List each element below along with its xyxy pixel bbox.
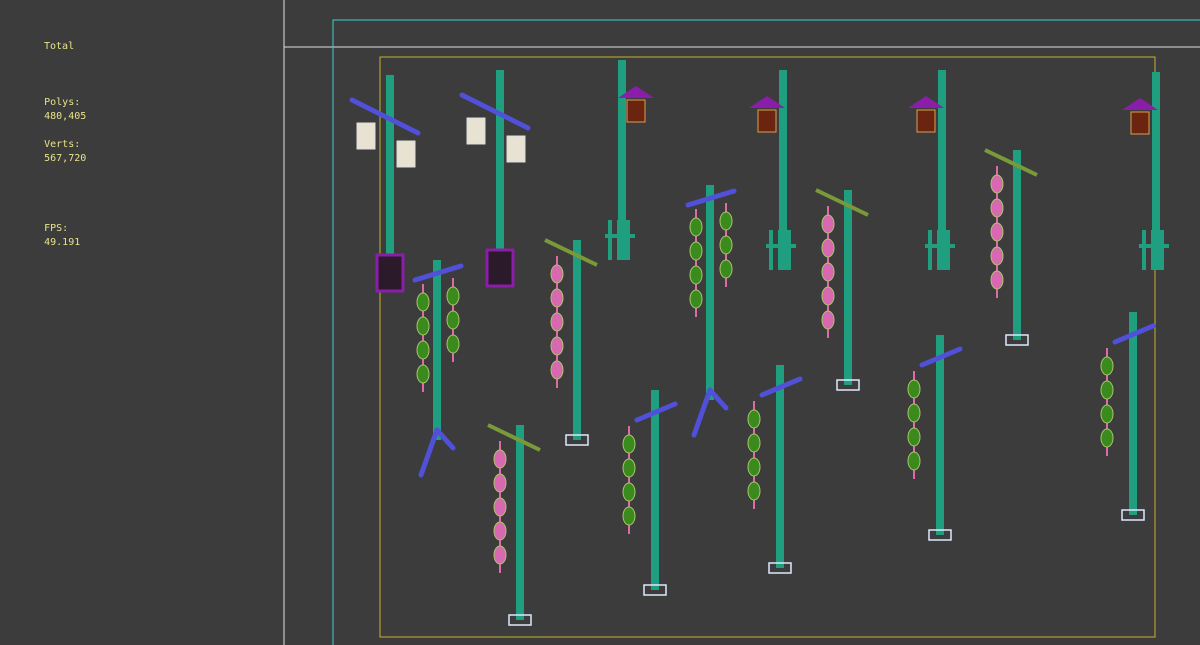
hanging-lantern-icon bbox=[990, 270, 1004, 290]
hanging-lantern-icon bbox=[1100, 404, 1114, 424]
lantern-pole-icon bbox=[433, 260, 441, 440]
pole-fence-post bbox=[937, 230, 941, 270]
pole-base-icon bbox=[375, 253, 405, 293]
pole-fence-post bbox=[617, 220, 621, 260]
hanging-lantern-icon bbox=[622, 434, 636, 454]
hanging-lantern-icon bbox=[907, 427, 921, 447]
pole-fence-post bbox=[946, 230, 950, 270]
hanging-lantern-icon bbox=[747, 481, 761, 501]
pole-crossbar bbox=[418, 427, 440, 478]
pole-fence-rail bbox=[925, 244, 955, 248]
pole-fence-rail bbox=[605, 234, 635, 238]
lantern-pole-icon bbox=[1129, 312, 1137, 515]
hanging-lantern-icon bbox=[747, 457, 761, 477]
hanging-lantern-icon bbox=[907, 379, 921, 399]
pole-crossbar bbox=[487, 423, 541, 452]
lantern-poles-group bbox=[349, 60, 1169, 626]
hanging-lantern-icon bbox=[550, 312, 564, 332]
hanging-lantern-icon bbox=[747, 409, 761, 429]
lantern-pole-icon bbox=[386, 75, 394, 275]
hanging-lantern-icon bbox=[626, 99, 646, 123]
lantern-pole-icon bbox=[1013, 150, 1021, 340]
hanging-lantern-icon bbox=[622, 482, 636, 502]
lantern-pole-icon bbox=[936, 335, 944, 535]
hanging-lantern-icon bbox=[689, 217, 703, 237]
hanging-lantern-icon bbox=[821, 238, 835, 258]
viewport-scene[interactable] bbox=[0, 0, 1200, 645]
hanging-lantern-icon bbox=[1100, 356, 1114, 376]
hanging-lantern-icon bbox=[493, 545, 507, 565]
lantern-pole-icon bbox=[496, 70, 504, 270]
pole-fence-post bbox=[1151, 230, 1155, 270]
hanging-lantern-icon bbox=[622, 458, 636, 478]
hanging-lantern-icon bbox=[416, 316, 430, 336]
hanging-lantern-icon bbox=[493, 497, 507, 517]
hanging-lantern-icon bbox=[416, 364, 430, 384]
lantern-pole-icon bbox=[844, 190, 852, 385]
hanging-lantern-icon bbox=[396, 140, 416, 168]
hanging-lantern-icon bbox=[821, 214, 835, 234]
pole-fence-post bbox=[1142, 230, 1146, 270]
pole-crossbar bbox=[544, 238, 598, 267]
hanging-lantern-icon bbox=[506, 135, 526, 163]
hanging-lantern-icon bbox=[1130, 111, 1150, 135]
hanging-lantern-icon bbox=[990, 246, 1004, 266]
hanging-lantern-icon bbox=[990, 222, 1004, 242]
hanging-lantern-icon bbox=[689, 241, 703, 261]
hanging-lantern-icon bbox=[446, 286, 460, 306]
pole-crossbar bbox=[691, 387, 713, 438]
hanging-lantern-icon bbox=[1100, 428, 1114, 448]
pole-base-icon bbox=[485, 248, 515, 288]
hanging-lantern-icon bbox=[916, 109, 936, 133]
lantern-pole-icon bbox=[516, 425, 524, 620]
hanging-lantern-icon bbox=[446, 334, 460, 354]
lantern-pole-icon bbox=[651, 390, 659, 590]
pole-fence-post bbox=[787, 230, 791, 270]
hanging-lantern-icon bbox=[356, 122, 376, 150]
pole-fence-post bbox=[769, 230, 773, 270]
pole-fence-post bbox=[928, 230, 932, 270]
pole-fence-rail bbox=[766, 244, 796, 248]
hanging-lantern-icon bbox=[990, 198, 1004, 218]
pole-crossbar bbox=[984, 148, 1038, 177]
hanging-lantern-icon bbox=[466, 117, 486, 145]
hanging-lantern-icon bbox=[1100, 380, 1114, 400]
hanging-lantern-icon bbox=[689, 265, 703, 285]
hanging-lantern-icon bbox=[747, 433, 761, 453]
hanging-lantern-icon bbox=[622, 506, 636, 526]
hanging-lantern-icon bbox=[821, 310, 835, 330]
hanging-lantern-icon bbox=[719, 235, 733, 255]
pole-fence-rail bbox=[1139, 244, 1169, 248]
hanging-lantern-icon bbox=[719, 211, 733, 231]
pole-crossbar bbox=[815, 188, 869, 217]
hanging-lantern-icon bbox=[550, 288, 564, 308]
hanging-lantern-icon bbox=[907, 451, 921, 471]
hanging-lantern-icon bbox=[821, 262, 835, 282]
hanging-lantern-icon bbox=[907, 403, 921, 423]
lantern-pole-icon bbox=[573, 240, 581, 440]
hanging-lantern-icon bbox=[689, 289, 703, 309]
pole-fence-post bbox=[778, 230, 782, 270]
lantern-pole-icon bbox=[776, 365, 784, 568]
hanging-lantern-icon bbox=[493, 473, 507, 493]
hanging-lantern-icon bbox=[757, 109, 777, 133]
hanging-lantern-icon bbox=[446, 310, 460, 330]
hanging-lantern-icon bbox=[719, 259, 733, 279]
3d-viewport[interactable]: Total Polys: 480,405 Verts: 567,720 FPS:… bbox=[0, 0, 1200, 645]
hanging-lantern-icon bbox=[493, 449, 507, 469]
pole-fence-post bbox=[1160, 230, 1164, 270]
hanging-lantern-icon bbox=[550, 336, 564, 356]
lantern-pole-icon bbox=[706, 185, 714, 400]
hanging-lantern-icon bbox=[550, 264, 564, 284]
hanging-lantern-icon bbox=[550, 360, 564, 380]
hanging-lantern-icon bbox=[416, 292, 430, 312]
hanging-lantern-icon bbox=[821, 286, 835, 306]
pole-fence-post bbox=[608, 220, 612, 260]
hanging-lantern-icon bbox=[990, 174, 1004, 194]
hanging-lantern-icon bbox=[493, 521, 507, 541]
pole-fence-post bbox=[626, 220, 630, 260]
hanging-lantern-icon bbox=[416, 340, 430, 360]
